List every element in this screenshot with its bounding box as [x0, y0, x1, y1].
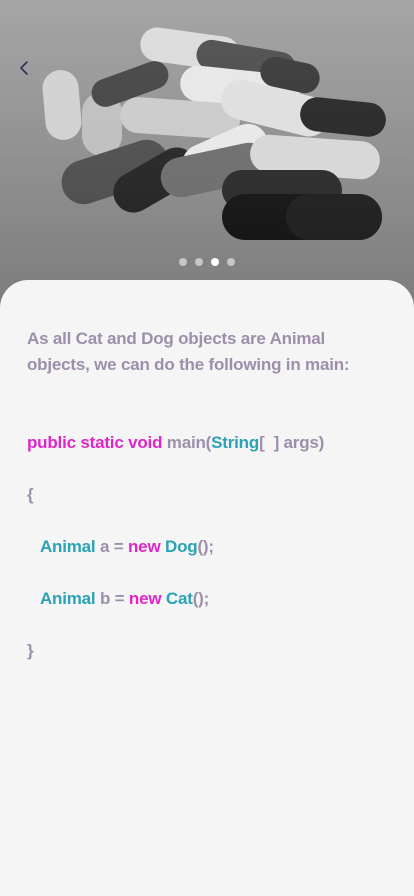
pager-dot-active[interactable]: [211, 258, 219, 266]
code-type: Animal: [39, 537, 96, 556]
lesson-content: As all Cat and Dog objects are Animal ob…: [27, 326, 387, 716]
pager-dot[interactable]: [227, 258, 235, 266]
code-keyword: new: [128, 589, 162, 608]
code-var: a =: [95, 537, 128, 556]
code-args: [ ] args): [259, 433, 325, 452]
code-line-4: Animal b = new Cat();: [27, 586, 387, 612]
pager-dot[interactable]: [179, 258, 187, 266]
code-keyword: new: [128, 537, 161, 556]
code-line-5: }: [27, 641, 34, 660]
intro-text: As all Cat and Dog objects are Animal ob…: [27, 329, 350, 374]
code-type: Dog: [165, 537, 198, 556]
code-var: b =: [95, 589, 129, 608]
code-type: Cat: [165, 589, 193, 608]
code-keyword: public static void: [27, 433, 163, 452]
code-end: ();: [192, 589, 210, 608]
code-line-1: public static void main(String[ ] args): [27, 430, 387, 456]
image-pager: [0, 258, 414, 266]
code-line-3: Animal a = new Dog();: [27, 534, 387, 560]
back-button[interactable]: [12, 56, 36, 80]
code-method: main(: [166, 433, 212, 452]
pager-dot[interactable]: [195, 258, 203, 266]
code-type: Animal: [39, 589, 96, 608]
chevron-left-icon: [20, 61, 28, 75]
code-block: public static void main(String[ ] args) …: [27, 404, 387, 716]
code-end: ();: [197, 537, 214, 556]
code-line-2: {: [27, 485, 34, 504]
code-type: String: [211, 433, 260, 452]
